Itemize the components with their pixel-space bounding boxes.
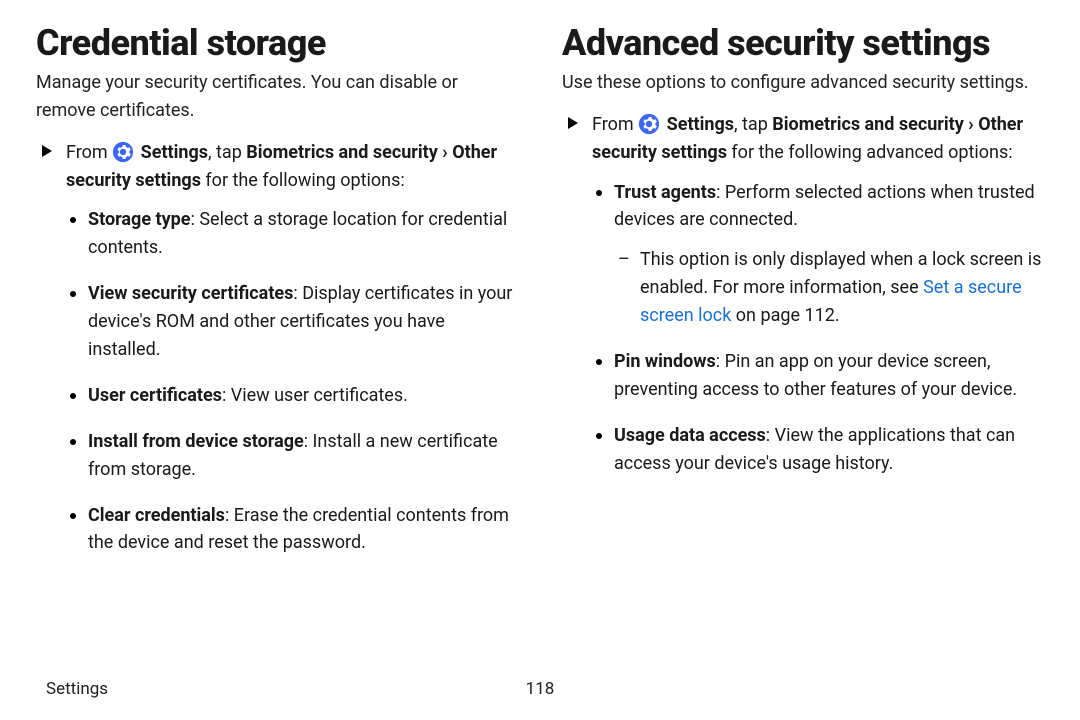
option-title: View security certificates <box>88 283 293 304</box>
step-suffix: for the following options: <box>201 170 405 191</box>
option-title: Storage type <box>88 209 191 230</box>
left-column: Credential storage Manage your security … <box>36 24 518 575</box>
path-biometrics: Biometrics and security <box>246 142 438 163</box>
chevron-right-icon: › <box>438 142 452 163</box>
list-item: Clear credentials: Erase the credential … <box>66 502 518 558</box>
step-advanced-nav: From Settings, tap Biometrics and securi… <box>562 111 1044 167</box>
gear-icon <box>112 141 134 163</box>
heading-credential-storage: Credential storage <box>36 24 518 63</box>
option-title: Install from device storage <box>88 431 304 452</box>
option-title: Usage data access <box>614 425 766 446</box>
footer-page-number: 118 <box>526 676 555 702</box>
options-advanced: Trust agents: Perform selected actions w… <box>562 179 1044 478</box>
right-column: Advanced security settings Use these opt… <box>562 24 1044 575</box>
list-item: View security certificates: Display cert… <box>66 280 518 364</box>
list-item: Install from device storage: Install a n… <box>66 428 518 484</box>
footer-section: Settings <box>46 676 108 702</box>
option-title: Trust agents <box>614 182 716 203</box>
step-text: From Settings, tap Biometrics and securi… <box>592 114 1023 163</box>
page-columns: Credential storage Manage your security … <box>36 24 1044 575</box>
play-arrow-icon <box>42 145 52 157</box>
settings-label: Settings <box>667 114 734 135</box>
step-prefix: From <box>592 114 638 135</box>
step-suffix: for the following advanced options: <box>727 142 1013 163</box>
step-credential-nav: From Settings, tap Biometrics and securi… <box>36 139 518 195</box>
list-item: User certificates: View user certificate… <box>66 382 518 410</box>
option-desc: : View user certificates. <box>222 385 408 406</box>
intro-advanced-security: Use these options to configure advanced … <box>562 69 1044 97</box>
note-after: on page 112. <box>731 305 839 326</box>
gear-icon <box>638 113 660 135</box>
list-item: Storage type: Select a storage location … <box>66 206 518 262</box>
option-title: Clear credentials <box>88 505 225 526</box>
page-footer: Settings 118 <box>46 676 1034 702</box>
chevron-right-icon: › <box>964 114 978 135</box>
list-item: Pin windows: Pin an app on your device s… <box>592 348 1044 404</box>
settings-label: Settings <box>141 142 208 163</box>
step-text: From Settings, tap Biometrics and securi… <box>66 142 497 191</box>
option-title: User certificates <box>88 385 222 406</box>
option-title: Pin windows <box>614 351 716 372</box>
step-tap: , tap <box>734 114 772 135</box>
step-tap: , tap <box>208 142 246 163</box>
note-item: This option is only displayed when a loc… <box>618 246 1044 330</box>
play-arrow-icon <box>568 117 578 129</box>
list-item: Usage data access: View the applications… <box>592 422 1044 478</box>
intro-credential-storage: Manage your security certificates. You c… <box>36 69 518 125</box>
trust-agents-note: This option is only displayed when a loc… <box>614 246 1044 330</box>
list-item: Trust agents: Perform selected actions w… <box>592 179 1044 330</box>
heading-advanced-security: Advanced security settings <box>562 24 1044 63</box>
path-biometrics: Biometrics and security <box>772 114 964 135</box>
options-credential: Storage type: Select a storage location … <box>36 206 518 557</box>
step-prefix: From <box>66 142 112 163</box>
